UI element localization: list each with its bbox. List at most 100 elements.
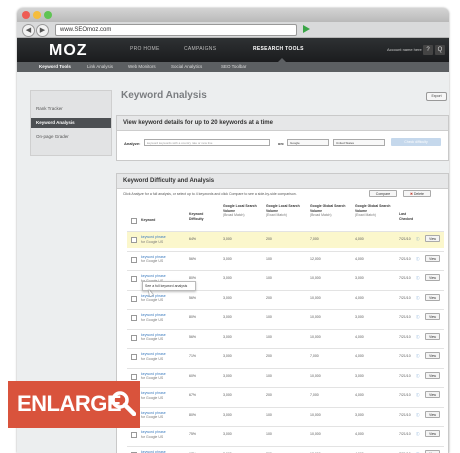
- table-row: keyword phrase for Google US 56% 3,000 100 12…: [127, 250, 444, 268]
- view-button[interactable]: View: [425, 410, 440, 418]
- engine-select[interactable]: Google: [287, 139, 329, 146]
- view-button[interactable]: View: [425, 352, 440, 359]
- keyword-link[interactable]: keyword phrasefor Google US: [141, 430, 166, 439]
- sidebar-item-rank-tracker[interactable]: Rank Tracker: [31, 104, 111, 114]
- keyword-link[interactable]: keyword phrasefor Google US: [141, 294, 166, 303]
- nav-campaigns[interactable]: CAMPAIGNS: [184, 46, 216, 52]
- cell-glb: 3,000: [223, 295, 232, 300]
- cell-gle: 200: [266, 393, 272, 397]
- row-checkbox[interactable]: [131, 432, 137, 438]
- col-global-broad[interactable]: Google Global Search Volume (Broad Match): [310, 204, 348, 218]
- export-button[interactable]: Export: [426, 92, 447, 101]
- cell-checked: 7/21/10: [399, 276, 411, 280]
- back-icon[interactable]: ◀: [22, 24, 35, 37]
- row-checkbox[interactable]: [131, 334, 137, 341]
- address-bar-row: ◀ ▶ www.SEOmoz.com: [17, 22, 449, 38]
- help-icon[interactable]: ?: [423, 45, 433, 55]
- delete-button[interactable]: ✖ Delete: [403, 190, 431, 197]
- sidebar-item-on-page-grader[interactable]: On-page Grader: [31, 132, 111, 142]
- info-icon[interactable]: ⓘ: [416, 374, 420, 379]
- nav-pro-home[interactable]: PRO HOME: [130, 46, 160, 52]
- view-button[interactable]: View: [425, 391, 440, 398]
- col-global-exact[interactable]: Google Global Search Volume (Exact Match): [355, 204, 393, 218]
- col-difficulty[interactable]: Keyword Difficulty: [189, 212, 211, 221]
- keyword-link[interactable]: keyword phrasefor Google US: [141, 235, 166, 244]
- cell-difficulty: 75%: [189, 432, 197, 436]
- forward-icon[interactable]: ▶: [36, 24, 49, 37]
- info-icon[interactable]: ⓘ: [416, 237, 420, 242]
- info-icon[interactable]: ⓘ: [416, 257, 420, 262]
- row-checkbox[interactable]: [131, 315, 137, 321]
- cell-difficulty: 56%: [189, 256, 197, 261]
- keyword-link[interactable]: keyword phrasefor Google US: [141, 313, 166, 322]
- keyword-engine: for Google US: [141, 395, 164, 400]
- subnav-link-analysis[interactable]: Link Analysis: [87, 64, 113, 69]
- col-local-exact[interactable]: Google Local Search Volume (Exact Match): [266, 204, 302, 218]
- row-checkbox[interactable]: [131, 256, 137, 263]
- subnav-seo-toolbar[interactable]: SEO Toolbar: [221, 64, 246, 69]
- cell-checked: 7/21/10: [399, 295, 411, 300]
- cell-gle: 100: [266, 334, 272, 339]
- info-icon[interactable]: ⓘ: [416, 335, 420, 340]
- search-icon[interactable]: Q: [435, 45, 445, 55]
- col-last-checked[interactable]: Last Checked: [399, 212, 417, 221]
- delete-label: Delete: [413, 192, 425, 196]
- row-checkbox[interactable]: [131, 373, 137, 380]
- view-button[interactable]: View: [425, 274, 440, 281]
- compare-button[interactable]: Compare: [369, 190, 397, 197]
- view-button[interactable]: View: [425, 449, 440, 453]
- nav-research-tools[interactable]: RESEARCH TOOLS: [253, 46, 304, 52]
- info-icon[interactable]: ⓘ: [416, 413, 420, 418]
- cell-difficulty: 80%: [189, 276, 197, 280]
- sidebar-item-keyword-analysis[interactable]: Keyword Analysis: [31, 118, 111, 128]
- enlarge-badge[interactable]: ENLARGE: [8, 381, 140, 428]
- minimize-window-icon[interactable]: [33, 11, 41, 19]
- info-icon[interactable]: ⓘ: [416, 296, 420, 301]
- keyword-link[interactable]: keyword phrasefor Google US: [141, 255, 166, 264]
- view-button[interactable]: View: [425, 254, 440, 262]
- subnav-social-analytics[interactable]: Social Analytics: [171, 64, 202, 69]
- info-icon[interactable]: ⓘ: [416, 354, 420, 359]
- view-button[interactable]: View: [425, 235, 440, 242]
- keyword-link[interactable]: keyword phrasefor Google US: [141, 450, 166, 453]
- account-menu[interactable]: Account name here: [387, 47, 422, 52]
- keyword-link[interactable]: keyword phrasefor Google US: [141, 411, 166, 420]
- keyword-link[interactable]: keyword phrasefor Google US: [141, 352, 166, 361]
- info-icon[interactable]: ⓘ: [416, 276, 420, 281]
- cell-gge: 4,000: [355, 432, 364, 436]
- col-keyword[interactable]: Keyword: [141, 218, 155, 223]
- go-arrow-icon[interactable]: [303, 25, 310, 33]
- view-button[interactable]: View: [425, 371, 440, 379]
- cell-checked: 7/21/10: [399, 237, 411, 241]
- info-icon[interactable]: ⓘ: [416, 315, 420, 320]
- subnav-web-monitors[interactable]: Web Monitors: [128, 64, 156, 69]
- view-button[interactable]: View: [425, 332, 440, 340]
- keyword-engine: for Google US: [141, 356, 164, 361]
- view-button[interactable]: View: [425, 430, 440, 437]
- select-all-checkbox[interactable]: [131, 218, 137, 224]
- keyword-link[interactable]: keyword phrasefor Google US: [141, 333, 166, 342]
- info-icon[interactable]: ⓘ: [416, 432, 420, 437]
- enlarge-label: ENLARGE: [17, 391, 122, 416]
- url-field[interactable]: www.SEOmoz.com: [55, 24, 297, 36]
- cell-difficulty: 56%: [189, 334, 197, 339]
- view-button[interactable]: View: [425, 293, 440, 301]
- row-checkbox[interactable]: [131, 354, 137, 360]
- close-window-icon[interactable]: [22, 11, 30, 19]
- row-checkbox[interactable]: [131, 237, 137, 243]
- subnav-keyword-tools[interactable]: Keyword Tools: [39, 64, 71, 69]
- analyze-label: Analyze:: [124, 141, 141, 146]
- check-difficulty-button[interactable]: Check difficulty: [391, 138, 441, 146]
- info-icon[interactable]: ⓘ: [416, 393, 420, 398]
- view-button[interactable]: View: [425, 313, 440, 320]
- col-local-broad[interactable]: Google Local Search Volume (Broad Match): [223, 204, 259, 218]
- row-checkbox[interactable]: [131, 295, 137, 302]
- app-header: MOZ PRO HOME CAMPAIGNS RESEARCH TOOLS Ac…: [17, 38, 449, 62]
- row-checkbox[interactable]: [131, 276, 137, 282]
- moz-logo[interactable]: MOZ: [49, 42, 88, 60]
- country-select[interactable]: United States: [333, 139, 385, 146]
- keyword-link[interactable]: keyword phrasefor Google US: [141, 372, 166, 381]
- maximize-window-icon[interactable]: [44, 11, 52, 19]
- keyword-link[interactable]: keyword phrasefor Google US: [141, 391, 166, 400]
- keyword-input[interactable]: keyword keywords with a country rate or …: [144, 139, 270, 146]
